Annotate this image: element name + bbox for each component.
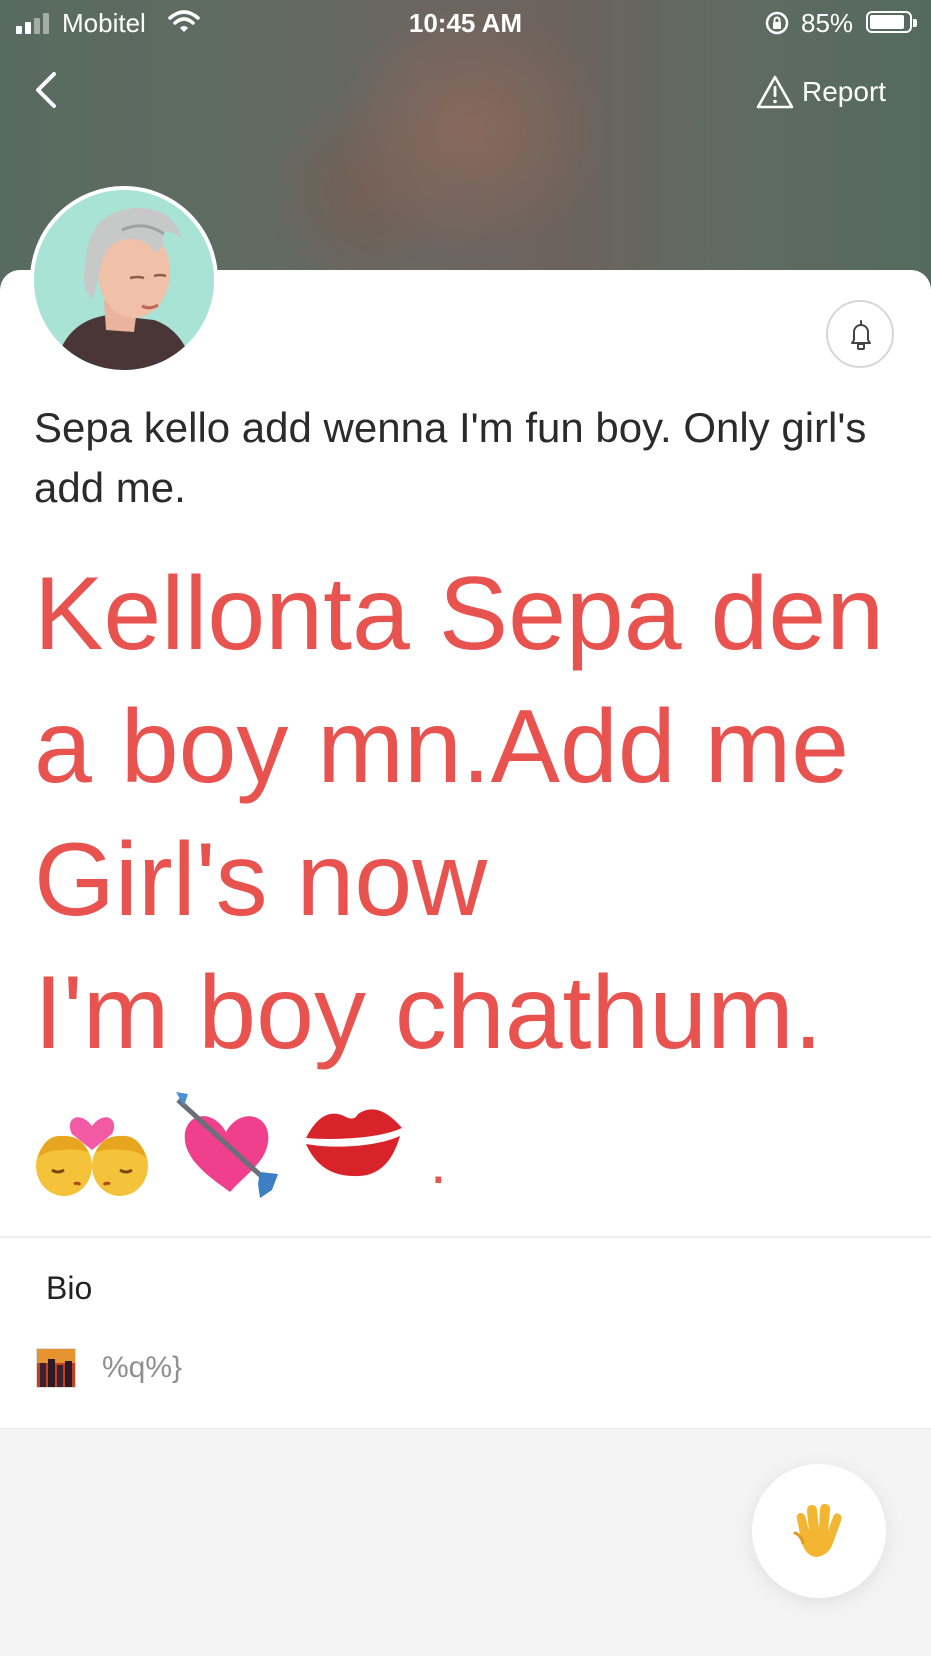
emoji-row: .: [34, 1078, 447, 1208]
chevron-left-icon: [36, 72, 56, 108]
rotation-lock-icon: [765, 11, 789, 35]
bio-value: %q%}: [102, 1351, 183, 1384]
status-time: 10:45 AM: [408, 8, 523, 38]
report-label: Report: [802, 76, 887, 107]
highlight-line: I'm boy chathum.: [34, 955, 823, 1071]
status-bar: Mobitel 10:45 AM 85%: [0, 0, 931, 46]
avatar[interactable]: [30, 186, 218, 374]
trailing-dot: .: [430, 1129, 447, 1196]
highlight-line: Kellonta Sepa den: [34, 556, 885, 672]
bio-label: Bio: [46, 1270, 93, 1306]
bio-image-icon: [36, 1348, 76, 1388]
profile-short-description: Sepa kello add wenna I'm fun boy. Only g…: [34, 404, 867, 511]
battery-percent: 85%: [801, 8, 854, 38]
notification-bell-button[interactable]: [826, 300, 894, 368]
avatar-illustration: [34, 190, 214, 370]
waving-hand-icon: [793, 1503, 842, 1557]
section-divider: [0, 1236, 931, 1238]
bell-icon: [851, 320, 871, 350]
wave-button[interactable]: [752, 1464, 886, 1598]
kiss-mark-emoji-icon: [306, 1109, 402, 1177]
highlight-line: Girl's now: [34, 822, 488, 938]
kiss-women-emoji-icon: [36, 1117, 148, 1196]
bio-entry[interactable]: %q%}: [36, 1348, 182, 1388]
warning-triangle-icon: [756, 75, 794, 109]
highlight-line: a boy mn.Add me: [34, 689, 850, 805]
back-button[interactable]: [28, 68, 68, 112]
heart-with-arrow-emoji-icon: [176, 1092, 278, 1198]
bottom-divider: [0, 1428, 931, 1429]
battery-icon: [866, 11, 917, 33]
profile-highlight-text: Kellonta Sepa den a boy mn.Add me Girl's…: [34, 548, 914, 1080]
bio-section: Bio %q%}: [0, 1240, 931, 1428]
report-button[interactable]: Report: [756, 70, 886, 114]
